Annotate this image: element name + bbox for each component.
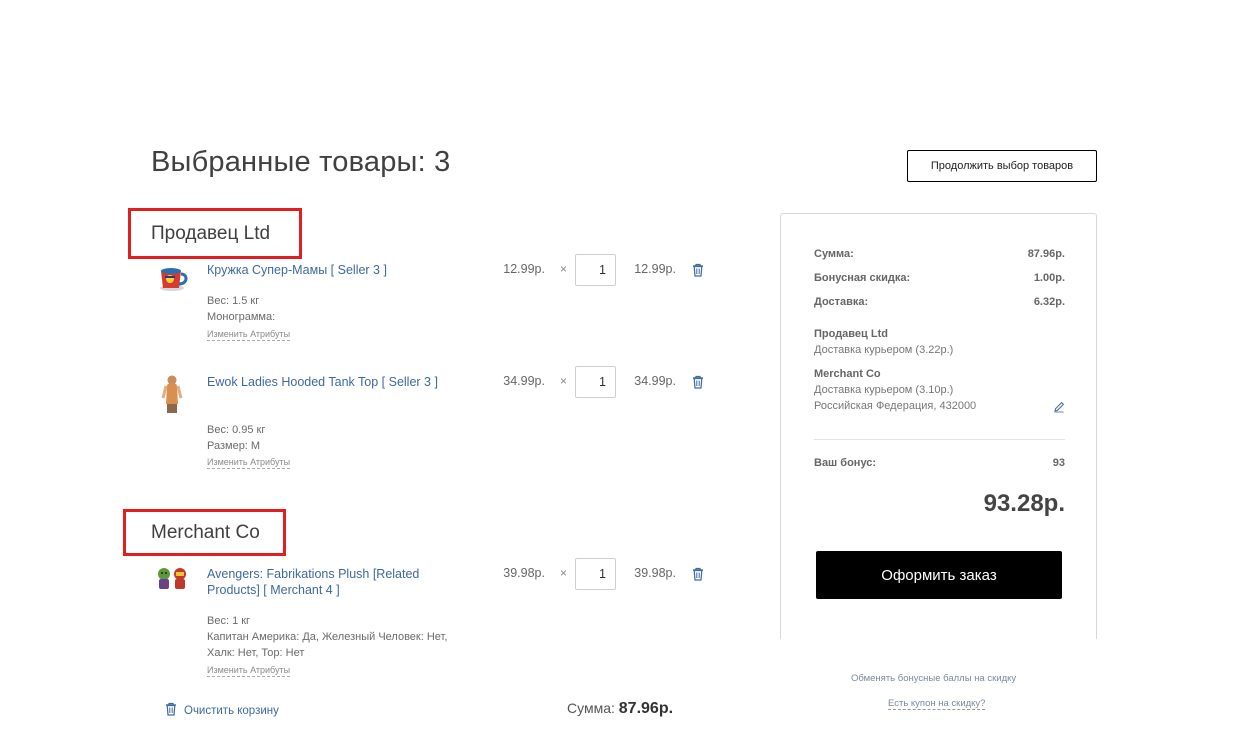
bonus-label: Ваш бонус: <box>814 457 877 469</box>
change-attributes-link[interactable]: Изменить Атрибуты <box>207 457 291 469</box>
shipping-seller-name: Продавец Ltd <box>814 328 888 340</box>
shipping-address: Российская Федерация, 432000 <box>814 400 977 412</box>
product-link[interactable]: Avengers: Fabrikations Plush [Related Pr… <box>207 566 462 598</box>
quantity-input[interactable] <box>575 254 616 286</box>
multiply-sign: × <box>560 566 568 580</box>
clear-cart-label: Очистить корзину <box>184 704 279 717</box>
exchange-bonus-link[interactable]: Обменять бонусные баллы на скидку <box>851 673 1016 684</box>
product-attribute: Капитан Америка: Да, Железный Человек: Н… <box>207 631 448 659</box>
trash-icon[interactable] <box>692 263 704 277</box>
checkout-button[interactable]: Оформить заказ <box>816 551 1062 599</box>
change-attributes-link[interactable]: Изменить Атрибуты <box>207 665 291 677</box>
product-thumbnail-mug[interactable] <box>155 262 189 302</box>
shipping-method: Доставка курьером (3.10р.) <box>814 384 954 396</box>
summary-row-label: Бонусная скидка: <box>814 272 911 284</box>
line-total: 34.99р. <box>634 374 676 388</box>
line-total: 39.98р. <box>634 566 676 580</box>
shipping-seller-name: Merchant Co <box>814 368 881 380</box>
product-attribute: Вес: 1 кг <box>207 615 251 627</box>
product-attribute: Вес: 1.5 кг <box>207 295 260 307</box>
cart-total-label: Сумма: <box>567 700 615 716</box>
summary-divider <box>814 439 1065 440</box>
unit-price: 34.99р. <box>503 374 545 388</box>
change-attributes-link[interactable]: Изменить Атрибуты <box>207 329 291 341</box>
product-thumbnail-tank-top[interactable] <box>158 374 192 414</box>
trash-icon[interactable] <box>692 375 704 389</box>
grand-total: 93.28р. <box>983 490 1065 517</box>
trash-icon[interactable] <box>692 567 704 581</box>
clear-cart-button[interactable]: Очистить корзину <box>165 702 279 719</box>
shipping-method: Доставка курьером (3.22р.) <box>814 344 954 356</box>
seller-group-title: Продавец Ltd <box>128 208 302 259</box>
summary-row-value: 87.96р. <box>1027 248 1065 260</box>
trash-icon <box>165 702 177 719</box>
edit-pencil-icon[interactable] <box>1053 400 1065 413</box>
order-summary-panel: Сумма: 87.96р. Бонусная скидка: 1.00р. Д… <box>780 213 1097 639</box>
product-link[interactable]: Ewok Ladies Hooded Tank Top [ Seller 3 ] <box>207 374 462 390</box>
summary-row-value: 6.32р. <box>1033 296 1065 308</box>
coupon-link[interactable]: Есть купон на скидку? <box>888 698 986 710</box>
cart-total-value: 87.96р. <box>618 700 674 717</box>
bonus-value: 93 <box>1052 457 1065 469</box>
line-total: 12.99р. <box>634 262 676 276</box>
continue-shopping-button[interactable]: Продолжить выбор товаров <box>907 150 1097 182</box>
seller-name: Продавец Ltd <box>151 222 271 244</box>
plush-image <box>158 568 186 589</box>
product-link[interactable]: Кружка Супер-Мамы [ Seller 3 ] <box>207 262 462 278</box>
seller-group-title: Merchant Co <box>123 509 286 556</box>
tank-top-image <box>161 375 183 413</box>
multiply-sign: × <box>560 262 568 276</box>
summary-row-label: Сумма: <box>814 248 854 260</box>
product-thumbnail-plush[interactable] <box>155 566 189 606</box>
multiply-sign: × <box>560 374 568 388</box>
product-attribute: Вес: 0.95 кг <box>207 424 266 436</box>
unit-price: 39.98р. <box>503 566 545 580</box>
cart-total: Сумма: 87.96р. <box>567 700 673 718</box>
quantity-input[interactable] <box>575 558 616 590</box>
unit-price: 12.99р. <box>503 262 545 276</box>
quantity-input[interactable] <box>575 366 616 398</box>
product-attribute: Размер: M <box>207 440 261 452</box>
page-title: Выбранные товары: 3 <box>151 146 451 178</box>
product-attribute: Монограмма: <box>207 311 276 323</box>
mug-image <box>160 268 188 291</box>
seller-name: Merchant Co <box>151 521 260 543</box>
summary-row-label: Доставка: <box>814 296 869 308</box>
summary-row-value: 1.00р. <box>1033 272 1065 284</box>
